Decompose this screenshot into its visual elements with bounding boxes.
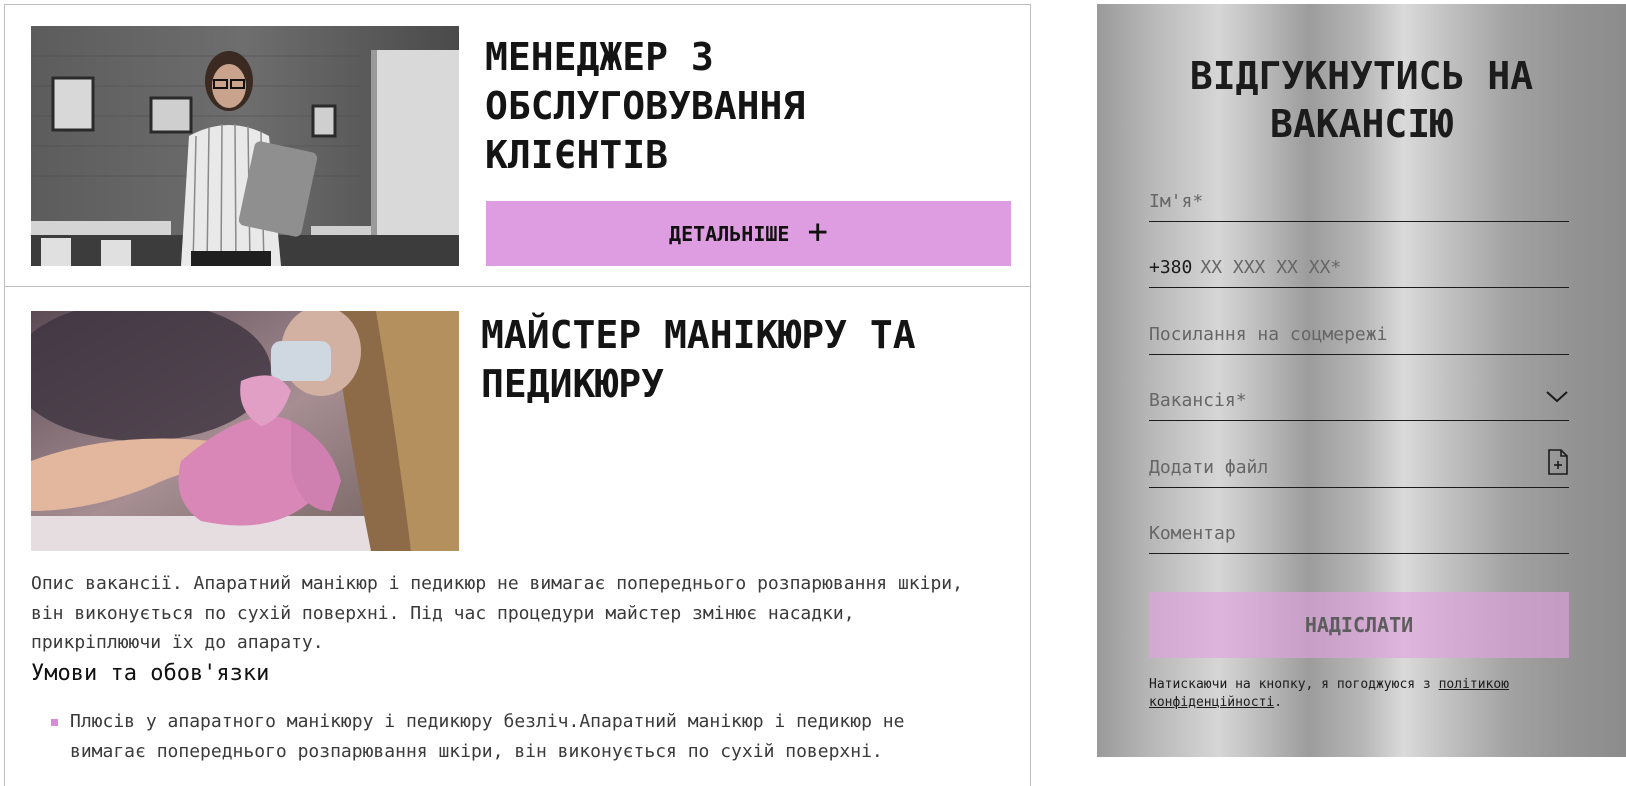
chevron-down-icon[interactable] <box>1545 389 1569 410</box>
list-item-text: Плюсів у апаратного манікюру і педикюру … <box>70 711 905 762</box>
plus-icon: + <box>807 211 828 252</box>
job-description: Опис вакансії. Апаратний манікюр і педик… <box>31 573 963 653</box>
conditions-list: Плюсів у апаратного манікюру і педикюру … <box>31 707 991 766</box>
phone-field[interactable]: +380 XX XXX XX XX* <box>1149 248 1569 288</box>
file-upload-field[interactable]: Додати файл <box>1149 448 1569 488</box>
name-placeholder: Ім'я* <box>1149 191 1204 212</box>
name-field[interactable]: Ім'я* <box>1149 182 1569 222</box>
job-card-manicure-master: МАЙСТЕР МАНІКЮРУ ТА ПЕДИКЮРУ Опис ваканс… <box>4 286 1031 786</box>
job-title: МЕНЕДЖЕР З ОБСЛУГОВУВАННЯ КЛІЄНТІВ <box>485 35 806 177</box>
submit-button[interactable]: НАДІСЛАТИ <box>1149 592 1569 658</box>
job-photo-manicure <box>31 311 459 551</box>
application-form-panel: ВІДГУКНУТИСЬ НА ВАКАНСІЮ Ім'я* +380 XX X… <box>1097 4 1626 757</box>
consent-text: Натискаючи на кнопку, я погоджуюся з пол… <box>1149 676 1569 712</box>
vacancy-placeholder: Вакансія* <box>1149 390 1247 411</box>
square-bullet-icon <box>51 719 58 726</box>
form-title: ВІДГУКНУТИСЬ НА ВАКАНСІЮ <box>1189 54 1534 146</box>
comment-field[interactable]: Коментар <box>1149 514 1569 554</box>
job-title: МАЙСТЕР МАНІКЮРУ ТА ПЕДИКЮРУ <box>481 313 916 406</box>
consent-end: . <box>1274 695 1283 710</box>
consent-lead: Натискаючи на кнопку, я погоджуюся з <box>1149 677 1439 692</box>
phone-prefix: +380 <box>1149 257 1193 278</box>
vacancy-select[interactable]: Вакансія* <box>1149 381 1569 421</box>
job-card-customer-service-manager: МЕНЕДЖЕР З ОБСЛУГОВУВАННЯ КЛІЄНТІВ ДЕТАЛ… <box>4 4 1031 287</box>
details-button-label: ДЕТАЛЬНІШЕ <box>669 221 790 246</box>
social-link-placeholder: Посилання на соцмережі <box>1149 324 1388 345</box>
details-button[interactable]: ДЕТАЛЬНІШЕ + <box>486 201 1011 266</box>
job-photo-manager <box>31 26 459 266</box>
phone-placeholder: XX XXX XX XX* <box>1200 257 1342 278</box>
file-upload-placeholder: Додати файл <box>1149 457 1269 478</box>
comment-placeholder: Коментар <box>1149 523 1236 544</box>
conditions-heading: Умови та обов'язки <box>31 661 270 686</box>
add-file-icon[interactable] <box>1547 448 1569 481</box>
social-link-field[interactable]: Посилання на соцмережі <box>1149 315 1569 355</box>
list-item: Плюсів у апаратного манікюру і педикюру … <box>31 707 991 766</box>
